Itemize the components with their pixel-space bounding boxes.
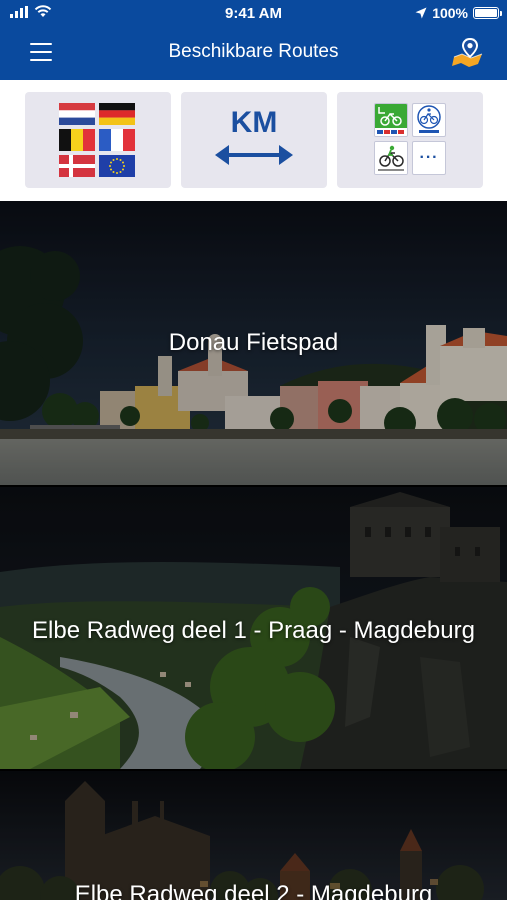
map-pin-icon[interactable] <box>451 36 485 68</box>
route-type-filter-button[interactable]: ··· <box>337 92 483 188</box>
cycling-route-icon <box>374 103 408 137</box>
route-title: Donau Fietspad <box>168 329 339 356</box>
filter-bar: KM ··· <box>0 80 507 201</box>
route-card[interactable]: Elbe Radweg deel 1 - Praag - Magdeburg <box>0 487 507 769</box>
route-list: Donau Fietspad Elbe Radweg deel 1 - Praa… <box>0 201 507 900</box>
route-title: Elbe Radweg deel 2 - Magdeburg <box>74 881 433 900</box>
battery-fill <box>475 9 497 17</box>
language-flags-icon <box>59 103 137 177</box>
more-dots: ··· <box>419 149 439 166</box>
page-title: Beschikbare Routes <box>168 41 339 62</box>
language-filter-button[interactable] <box>25 92 171 188</box>
route-card[interactable]: Donau Fietspad <box>0 201 507 485</box>
denmark-flag <box>59 155 95 177</box>
route-title: Elbe Radweg deel 1 - Praag - Magdeburg <box>32 617 475 644</box>
germany-flag <box>99 103 135 125</box>
netherlands-flag <box>59 103 95 125</box>
battery-percent: 100% <box>432 5 468 21</box>
wadden-cycling-icon <box>412 103 446 137</box>
france-flag <box>99 129 135 151</box>
location-arrow-icon <box>415 7 427 19</box>
double-arrow-icon <box>215 145 293 165</box>
km-label: KM <box>230 106 278 139</box>
status-bar: 9:41 AM 100% <box>0 0 507 28</box>
status-right: 100% <box>415 5 502 21</box>
app-header: 9:41 AM 100% Beschikbare Routes <box>0 0 507 80</box>
more-icon: ··· <box>412 141 446 175</box>
route-type-icons: ··· <box>374 103 446 177</box>
nav-bar: Beschikbare Routes <box>0 30 507 76</box>
belgium-flag <box>59 129 95 151</box>
battery-icon <box>473 7 502 19</box>
distance-filter-button[interactable]: KM <box>181 92 327 188</box>
route-card[interactable]: Elbe Radweg deel 2 - Magdeburg <box>0 771 507 900</box>
eu-flag <box>99 155 135 177</box>
cycling-event-icon <box>374 141 408 175</box>
